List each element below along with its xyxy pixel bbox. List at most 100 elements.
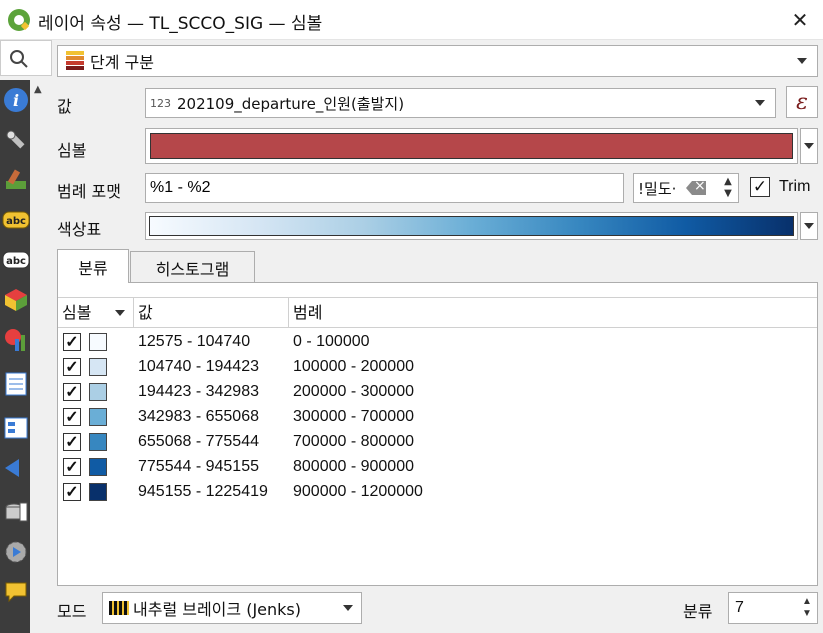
source-icon[interactable] — [2, 126, 30, 154]
scroll-up-arrow-icon[interactable]: ▲ — [34, 84, 42, 95]
class-value-cell[interactable]: 342983 - 655068 — [138, 408, 259, 426]
jenks-icon — [109, 601, 129, 615]
svg-text:abc: abc — [6, 216, 26, 227]
mode-select[interactable]: 내추럴 브레이크 (Jenks) — [102, 592, 362, 624]
chevron-down-icon — [804, 223, 814, 229]
svg-text:abc: abc — [6, 256, 26, 267]
class-color-swatch[interactable] — [89, 458, 107, 476]
table-row[interactable]: ✓ 104740 - 194423 100000 - 200000 — [58, 355, 817, 380]
precision-spinbox[interactable]: !밀도· ▲▼ — [633, 173, 739, 203]
class-color-swatch[interactable] — [89, 408, 107, 426]
window-title: 레이어 속성 — TL_SCCO_SIG — 심볼 — [38, 14, 323, 34]
class-value-cell[interactable]: 655068 - 775544 — [138, 433, 259, 451]
class-color-swatch[interactable] — [89, 358, 107, 376]
symbol-dropdown-button[interactable] — [800, 128, 818, 164]
table-row[interactable]: ✓ 12575 - 104740 0 - 100000 — [58, 330, 817, 355]
labels-mask-icon[interactable]: abc — [2, 246, 30, 274]
color-ramp-label: 색상표 — [57, 220, 102, 239]
header-legend[interactable]: 범례 — [289, 298, 817, 328]
table-row[interactable]: ✓ 194423 - 342983 200000 - 300000 — [58, 380, 817, 405]
properties-sidebar: ▲ i abc abc — [0, 80, 52, 633]
class-visibility-checkbox[interactable]: ✓ — [63, 408, 81, 426]
attributes-form-icon[interactable] — [2, 414, 30, 442]
class-value-cell[interactable]: 12575 - 104740 — [138, 333, 250, 351]
search-icon — [10, 50, 28, 68]
class-color-swatch[interactable] — [89, 333, 107, 351]
symbology-icon[interactable] — [2, 166, 30, 194]
chevron-down-icon — [755, 100, 765, 106]
trim-checkbox[interactable]: ✓ — [750, 177, 770, 197]
actions-icon[interactable] — [2, 538, 30, 566]
joins-icon[interactable] — [2, 454, 30, 482]
class-color-swatch[interactable] — [89, 433, 107, 451]
renderer-type-label: 단계 구분 — [90, 53, 154, 72]
chevron-down-icon — [797, 58, 807, 64]
mode-value: 내추럴 브레이크 (Jenks) — [133, 600, 302, 619]
header-symbol[interactable]: 심볼 — [58, 298, 134, 328]
class-legend-cell[interactable]: 200000 - 300000 — [293, 383, 414, 401]
class-visibility-checkbox[interactable]: ✓ — [63, 358, 81, 376]
class-legend-cell[interactable]: 300000 - 700000 — [293, 408, 414, 426]
class-legend-cell[interactable]: 100000 - 200000 — [293, 358, 414, 376]
class-legend-cell[interactable]: 0 - 100000 — [293, 333, 370, 351]
tab-classify[interactable]: 분류 — [57, 249, 129, 283]
color-ramp-gradient — [149, 216, 794, 236]
class-table[interactable]: 심볼 값 범례 ✓ 12575 - 104740 0 - 100000 ✓ 104740… — [58, 297, 817, 583]
legend-format-input[interactable] — [145, 173, 624, 203]
tab-histogram[interactable]: 히스토그램 — [130, 251, 255, 283]
class-visibility-checkbox[interactable]: ✓ — [63, 433, 81, 451]
color-ramp-button[interactable] — [145, 212, 798, 240]
table-header: 심볼 값 범례 — [58, 298, 817, 328]
graduated-renderer-icon — [66, 51, 84, 71]
symbol-label: 심볼 — [57, 141, 87, 160]
spin-arrows-icon[interactable]: ▲ ▼ — [799, 596, 815, 620]
close-button[interactable]: ✕ — [777, 0, 823, 40]
search-input[interactable] — [0, 40, 52, 76]
spin-arrows-icon[interactable]: ▲ ▼ — [720, 176, 736, 200]
class-visibility-checkbox[interactable]: ✓ — [63, 383, 81, 401]
display-icon[interactable] — [2, 578, 30, 606]
clear-icon[interactable] — [686, 181, 706, 195]
3d-view-icon[interactable] — [2, 286, 30, 314]
class-visibility-checkbox[interactable]: ✓ — [63, 458, 81, 476]
symbol-color-swatch — [150, 133, 793, 159]
table-row[interactable]: ✓ 342983 - 655068 300000 - 700000 — [58, 405, 817, 430]
symbol-button[interactable] — [145, 128, 798, 164]
fields-icon[interactable] — [2, 370, 30, 398]
information-icon[interactable]: i — [2, 86, 30, 114]
trim-label: Trim — [779, 178, 811, 195]
class-color-swatch[interactable] — [89, 383, 107, 401]
classify-tab-panel: 심볼 값 범례 ✓ 12575 - 104740 0 - 100000 ✓ 104740… — [57, 282, 818, 586]
mode-label: 모드 — [57, 602, 87, 621]
class-legend-cell[interactable]: 700000 - 800000 — [293, 433, 414, 451]
labels-icon[interactable]: abc — [2, 206, 30, 234]
auxiliary-storage-icon[interactable] — [2, 498, 30, 526]
class-visibility-checkbox[interactable]: ✓ — [63, 333, 81, 351]
class-visibility-checkbox[interactable]: ✓ — [63, 483, 81, 501]
classes-spinbox[interactable]: 7 ▲ ▼ — [728, 592, 818, 624]
class-value-cell[interactable]: 775544 - 945155 — [138, 458, 259, 476]
class-color-swatch[interactable] — [89, 483, 107, 501]
table-row[interactable]: ✓ 775544 - 945155 800000 - 900000 — [58, 455, 817, 480]
title-bar: 레이어 속성 — TL_SCCO_SIG — 심볼 ✕ — [0, 0, 823, 40]
classes-value: 7 — [735, 599, 744, 616]
table-row[interactable]: ✓ 655068 - 775544 700000 - 800000 — [58, 430, 817, 455]
classes-label: 분류 — [683, 602, 713, 621]
diagrams-icon[interactable] — [2, 326, 30, 354]
class-value-cell[interactable]: 194423 - 342983 — [138, 383, 259, 401]
header-value[interactable]: 값 — [134, 298, 289, 328]
numeric-type-icon: 123 — [150, 96, 171, 110]
table-row[interactable]: ✓ 945155 - 1225419 900000 - 1200000 — [58, 480, 817, 505]
renderer-type-select[interactable]: 단계 구분 — [57, 45, 818, 77]
chevron-down-icon — [804, 143, 814, 149]
class-value-cell[interactable]: 104740 - 194423 — [138, 358, 259, 376]
class-legend-cell[interactable]: 900000 - 1200000 — [293, 483, 423, 501]
class-legend-cell[interactable]: 800000 - 900000 — [293, 458, 414, 476]
qgis-logo-icon — [8, 9, 30, 31]
expression-button[interactable]: ε — [786, 86, 818, 118]
svg-text:i: i — [13, 91, 19, 110]
color-ramp-dropdown-button[interactable] — [800, 212, 818, 240]
value-field-select[interactable]: 123 202109_departure_인원(출발지) — [145, 88, 776, 118]
legend-format-label: 범례 포맷 — [57, 182, 121, 201]
class-value-cell[interactable]: 945155 - 1225419 — [138, 483, 268, 501]
